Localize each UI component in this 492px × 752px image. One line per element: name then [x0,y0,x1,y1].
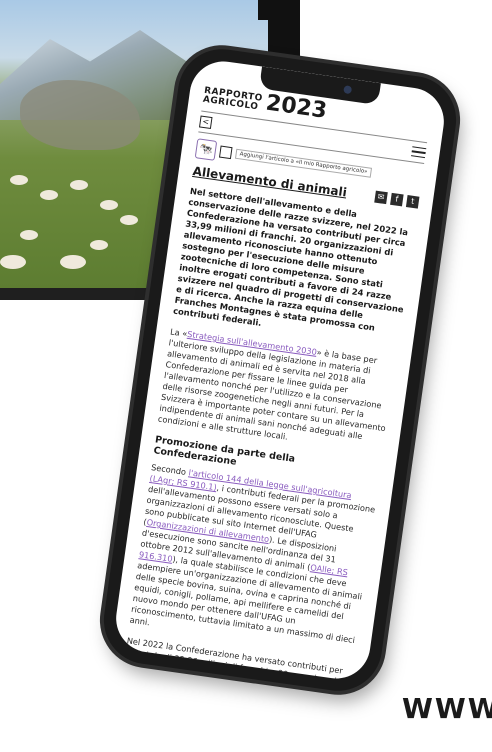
hamburger-menu-icon[interactable] [411,146,427,159]
camera-icon [343,85,353,95]
logo-text: RAPPORTO AGRICOLO [202,86,263,113]
sheep-image [60,255,86,269]
paragraph-strategy: La «Strategia sull'allevamento 2030» è l… [157,326,387,442]
facebook-icon[interactable]: f [390,192,404,207]
logo-year: 2023 [264,90,329,124]
add-to-report-checkbox[interactable] [218,145,233,160]
sheep-image [40,190,58,200]
sheep-image [20,230,38,240]
paragraph-promotion: Secondo l'articolo 144 della legge sull'… [129,462,376,646]
sheep-image [100,200,118,210]
sheep-image [90,240,108,250]
website-url-fragment: WWW [402,692,492,725]
sheep-image [70,180,88,190]
back-button[interactable]: < [198,115,213,130]
sheep-image [120,215,138,225]
article-lead: Nel settore dell'allevamento e della con… [172,185,409,333]
twitter-icon[interactable]: t [405,195,420,209]
animal-category-icon: 🐄 [194,138,218,161]
share-buttons: ✉ f t [374,190,420,209]
email-icon[interactable]: ✉ [374,190,388,205]
sheep-image [0,255,26,269]
sheep-image [10,175,28,185]
laptop-hinge [258,0,288,20]
